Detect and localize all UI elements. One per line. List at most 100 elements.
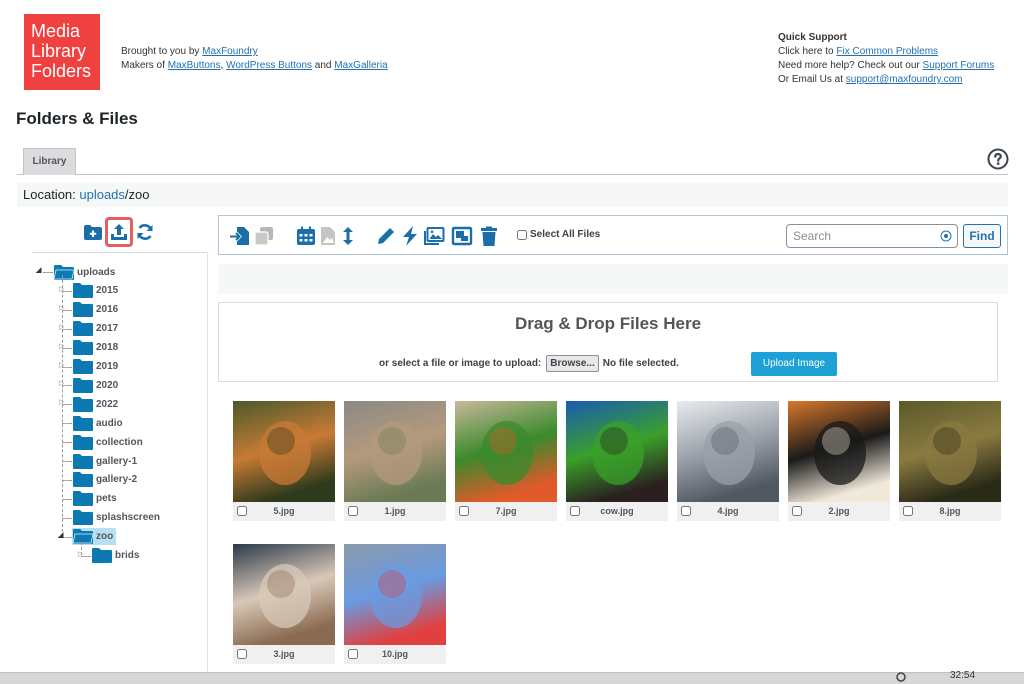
sort-image-icon[interactable]: [317, 225, 339, 247]
folder-node-2022[interactable]: 2022: [72, 395, 121, 413]
file-name: 5.jpg: [273, 506, 295, 516]
file-caption: 8.jpg: [899, 502, 1001, 521]
folder-icon: [73, 302, 93, 318]
collapse-toggle-icon[interactable]: ◢: [36, 266, 41, 274]
file-caption: 7.jpg: [455, 502, 557, 521]
folder-node-brids[interactable]: brids: [91, 547, 142, 565]
file-tile[interactable]: 1.jpg: [344, 401, 446, 521]
regenerate-icon[interactable]: [399, 225, 421, 247]
folder-node-2017[interactable]: 2017: [72, 320, 121, 338]
select-all-checkbox[interactable]: [517, 229, 527, 240]
folder-open-icon: [53, 264, 75, 280]
folder-node-content: 2020: [72, 377, 121, 394]
copy-icon[interactable]: [253, 225, 275, 247]
folder-node-2020[interactable]: 2020: [72, 376, 121, 394]
folder-node-content: 2019: [72, 358, 121, 375]
file-checkbox[interactable]: [903, 506, 913, 516]
folder-icon: [73, 491, 93, 507]
move-icon[interactable]: [229, 225, 251, 247]
gallery-icon[interactable]: [423, 225, 445, 247]
expand-toggle-icon[interactable]: ▷: [78, 550, 83, 558]
refresh-button[interactable]: [134, 220, 156, 244]
file-tile[interactable]: 5.jpg: [233, 401, 335, 521]
folder-node-2019[interactable]: 2019: [72, 358, 121, 376]
delete-icon[interactable]: [478, 225, 500, 247]
image-thumbnail[interactable]: [455, 401, 557, 502]
tree-connector: [62, 498, 72, 500]
file-checkbox[interactable]: [237, 506, 247, 516]
browse-button[interactable]: Browse...: [546, 355, 599, 372]
image-thumbnail[interactable]: [899, 401, 1001, 502]
expand-toggle-icon[interactable]: ▷: [59, 361, 64, 369]
support-forums-link[interactable]: Support Forums: [923, 60, 995, 71]
file-tile[interactable]: 10.jpg: [344, 544, 446, 664]
folder-icon: [73, 434, 93, 450]
file-checkbox[interactable]: [570, 506, 580, 516]
location-uploads-link[interactable]: uploads: [79, 187, 125, 202]
expand-toggle-icon[interactable]: ▷: [59, 323, 64, 331]
help-icon[interactable]: [987, 148, 1009, 170]
file-checkbox[interactable]: [792, 506, 802, 516]
image-thumbnail[interactable]: [233, 544, 335, 645]
expand-toggle-icon[interactable]: ▷: [59, 398, 64, 406]
tab-library[interactable]: Library: [23, 148, 76, 175]
drop-zone[interactable]: Drag & Drop Files Here or select a file …: [218, 302, 998, 382]
expand-toggle-icon[interactable]: ▷: [59, 304, 64, 312]
support-email-link[interactable]: support@maxfoundry.com: [846, 74, 963, 85]
file-tile[interactable]: 4.jpg: [677, 401, 779, 521]
folder-node-pets[interactable]: pets: [72, 490, 120, 508]
rename-icon[interactable]: [375, 225, 397, 247]
expand-toggle-icon[interactable]: ▷: [59, 379, 64, 387]
folder-node-content: 2015: [72, 282, 121, 299]
sort-date-icon[interactable]: [295, 225, 317, 247]
file-tile[interactable]: 7.jpg: [455, 401, 557, 521]
search-placeholder: Search: [793, 229, 832, 243]
maxfoundry-link[interactable]: MaxFoundry: [202, 46, 258, 57]
file-checkbox[interactable]: [459, 506, 469, 516]
maxgalleria-link[interactable]: MaxGalleria: [334, 60, 387, 71]
maxbuttons-link[interactable]: MaxButtons: [168, 60, 221, 71]
find-button[interactable]: Find: [963, 224, 1001, 248]
folder-node-audio[interactable]: audio: [72, 414, 126, 432]
folder-node-gallery-1[interactable]: gallery-1: [72, 452, 140, 470]
file-tile[interactable]: 2.jpg: [788, 401, 890, 521]
file-tile[interactable]: 3.jpg: [233, 544, 335, 664]
folder-node-zoo[interactable]: zoo: [72, 528, 117, 546]
image-thumbnail[interactable]: [344, 401, 446, 502]
image-thumbnail[interactable]: [566, 401, 668, 502]
upload-button[interactable]: [105, 217, 133, 247]
file-caption: 5.jpg: [233, 502, 335, 521]
wordpress-buttons-link[interactable]: WordPress Buttons: [226, 60, 312, 71]
file-checkbox[interactable]: [348, 506, 358, 516]
expand-toggle-icon[interactable]: ▷: [59, 342, 64, 350]
folder-label: 2018: [96, 342, 119, 354]
image-thumbnail[interactable]: [677, 401, 779, 502]
sort-order-icon[interactable]: [337, 225, 359, 247]
select-all-files[interactable]: Select All Files: [517, 229, 600, 240]
expand-toggle-icon[interactable]: ▷: [59, 285, 64, 293]
add-folder-button[interactable]: [82, 220, 104, 244]
file-checkbox[interactable]: [237, 649, 247, 659]
folder-node-splashscreen[interactable]: splashscreen: [72, 509, 163, 527]
fix-common-problems-link[interactable]: Fix Common Problems: [836, 46, 938, 57]
folder-node-gallery-2[interactable]: gallery-2: [72, 471, 140, 489]
collapse-toggle-icon[interactable]: ◢: [58, 531, 63, 539]
file-name: 4.jpg: [717, 506, 739, 516]
file-tile[interactable]: 8.jpg: [899, 401, 1001, 521]
file-tile[interactable]: cow.jpg: [566, 401, 668, 521]
image-seo-icon[interactable]: [451, 225, 473, 247]
search-clear-icon[interactable]: [940, 230, 952, 242]
folder-node-2015[interactable]: 2015: [72, 282, 121, 300]
folder-node-collection[interactable]: collection: [72, 433, 146, 451]
image-thumbnail[interactable]: [344, 544, 446, 645]
search-input[interactable]: Search: [786, 224, 958, 248]
folder-node-2018[interactable]: 2018: [72, 339, 121, 357]
image-thumbnail[interactable]: [233, 401, 335, 502]
credits-text: and: [312, 60, 335, 71]
file-caption: 3.jpg: [233, 645, 335, 664]
upload-image-button[interactable]: Upload Image: [751, 352, 837, 376]
file-checkbox[interactable]: [681, 506, 691, 516]
image-thumbnail[interactable]: [788, 401, 890, 502]
folder-node-2016[interactable]: 2016: [72, 301, 121, 319]
file-checkbox[interactable]: [348, 649, 358, 659]
